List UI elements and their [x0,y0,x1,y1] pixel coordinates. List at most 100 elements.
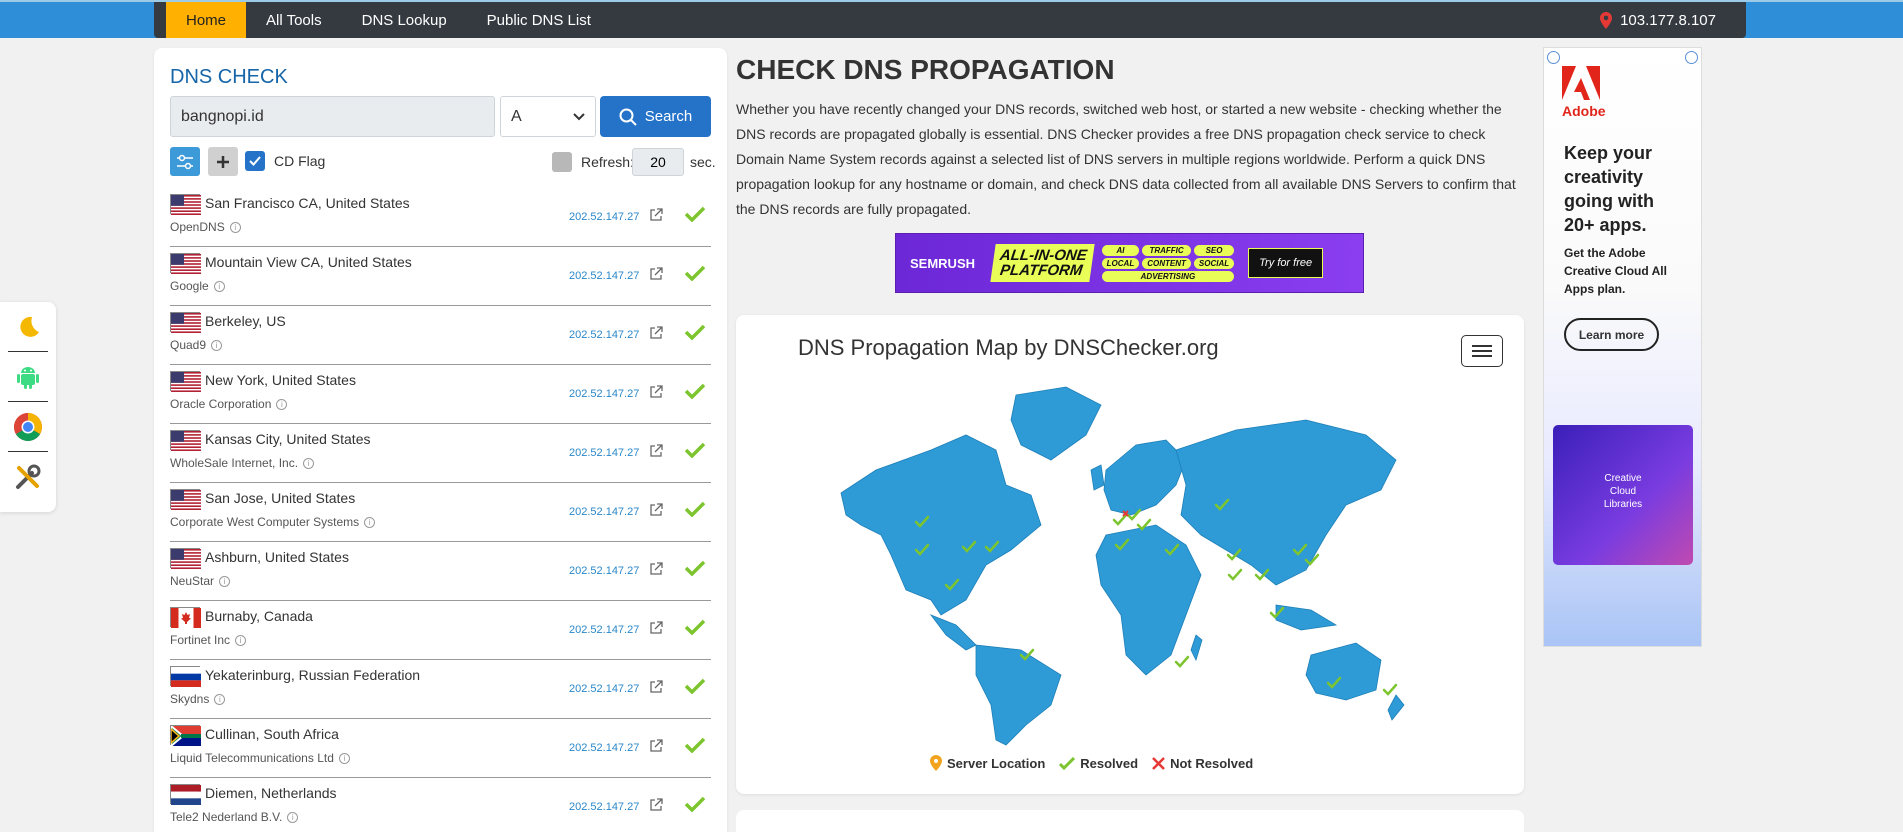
resolved-check-icon [685,265,705,281]
record-type-select[interactable]: A [500,96,596,137]
dark-mode-button[interactable] [8,302,48,352]
ip-display: 103.177.8.107 [1600,11,1716,29]
country-flag-icon [170,253,201,274]
info-icon[interactable]: i [211,339,223,351]
africa [1095,524,1202,676]
nav-public-dns-list[interactable]: Public DNS List [467,2,611,38]
semrush-tag: TRAFFIC [1142,244,1191,256]
external-link-icon[interactable] [649,385,663,399]
semrush-cta-button[interactable]: Try for free [1248,248,1324,278]
semrush-tag: LOCAL [1101,257,1140,269]
dns-check-panel: DNS CHECK A Search CD Flag Refresh: sec.… [154,48,727,832]
resolved-check-icon [685,678,705,694]
tools-button[interactable] [8,452,48,502]
info-icon[interactable]: i [303,457,315,469]
server-location: Yekaterinburg, Russian Federation [205,667,421,683]
chrome-icon [14,412,42,441]
results-card [736,810,1524,832]
external-link-icon[interactable] [649,267,663,281]
resolved-ip-link[interactable]: 202.52.147.27 [569,506,639,518]
server-location: Diemen, Netherlands [205,785,337,801]
external-link-icon[interactable] [649,621,663,635]
resolved-ip-link[interactable]: 202.52.147.27 [569,388,639,400]
external-link-icon[interactable] [649,680,663,694]
adobe-ad-banner[interactable]: Adobe Keep your creativity going with 20… [1543,47,1702,647]
resolved-check-icon [685,560,705,576]
cross-icon [1152,756,1165,770]
legend-label: Server Location [947,755,1046,771]
ad-choices-icon[interactable] [1547,51,1560,64]
external-link-icon[interactable] [649,798,663,812]
floating-sidebar [0,302,56,512]
nav-all-tools[interactable]: All Tools [246,2,342,38]
resolved-marker [1227,568,1243,581]
info-icon[interactable]: i [214,693,226,705]
resolved-ip-link[interactable]: 202.52.147.27 [569,270,639,282]
android-app-button[interactable] [8,352,48,402]
resolved-ip-link[interactable]: 202.52.147.27 [569,447,639,459]
resolved-ip-link[interactable]: 202.52.147.27 [569,683,639,695]
map-legend: Server Location Resolved Not Resolved [930,755,1253,771]
info-icon[interactable]: i [229,221,241,233]
cd-flag-label: CD Flag [274,153,326,169]
propagation-map-card: DNS Propagation Map by DNSChecker.org Se… [736,315,1524,794]
external-link-icon[interactable] [649,739,663,753]
map-title: DNS Propagation Map by DNSChecker.org [798,335,1219,360]
page-title: CHECK DNS PROPAGATION [736,54,1115,85]
results-list: San Francisco CA, United States OpenDNS … [170,188,711,832]
country-flag-icon [170,371,201,392]
record-type-value: A [511,107,522,125]
refresh-interval-input[interactable] [632,148,684,176]
resolved-ip-link[interactable]: 202.52.147.27 [569,801,639,813]
info-icon[interactable]: i [219,575,231,587]
external-link-icon[interactable] [649,208,663,222]
refresh-label: Refresh: [581,154,634,170]
external-link-icon[interactable] [649,326,663,340]
nav-home[interactable]: Home [166,2,247,38]
info-icon[interactable]: i [338,752,350,764]
semrush-ad-banner[interactable]: SEMRUSH ALL-IN-ONE PLATFORM AI TRAFFIC S… [895,233,1364,293]
country-flag-icon [170,723,201,749]
refresh-checkbox[interactable] [552,152,572,172]
server-provider: Skydns i [170,692,226,706]
info-icon[interactable]: i [364,516,376,528]
info-icon[interactable]: i [287,811,299,823]
map-pin-icon [930,755,942,771]
info-icon[interactable]: i [276,398,288,410]
provider-name: Fortinet Inc [170,633,231,647]
server-provider: Oracle Corporation i [170,397,288,411]
top-navigation: Home All Tools DNS Lookup Public DNS Lis… [154,2,1746,38]
resolved-ip-link[interactable]: 202.52.147.27 [569,624,639,636]
result-row: Mountain View CA, United States Google i… [170,247,711,306]
semrush-tag: ADVERTISING [1101,270,1235,282]
resolved-check-icon [685,501,705,517]
semrush-headline-line-2: PLATFORM [998,262,1084,279]
chrome-extension-button[interactable] [8,402,48,452]
cd-flag-checkbox[interactable] [245,151,265,171]
resolved-ip-link[interactable]: 202.52.147.27 [569,211,639,223]
resolved-check-icon [685,619,705,635]
info-icon[interactable]: i [213,280,225,292]
map-menu-button[interactable] [1461,335,1503,367]
external-link-icon[interactable] [649,562,663,576]
resolved-ip-link[interactable]: 202.52.147.27 [569,742,639,754]
resolved-ip-link[interactable]: 202.52.147.27 [569,329,639,341]
learn-more-button[interactable]: Learn more [1564,318,1659,351]
external-link-icon[interactable] [649,503,663,517]
info-icon[interactable]: i [235,634,247,646]
search-button[interactable]: Search [600,96,711,137]
australia [1305,642,1382,701]
semrush-tag: CONTENT [1142,257,1191,269]
ad-info-icon[interactable] [1685,51,1698,64]
server-location: Mountain View CA, United States [205,254,412,270]
domain-input[interactable] [170,96,495,137]
uk [1090,464,1105,491]
provider-name: Oracle Corporation [170,397,272,411]
options-button[interactable] [170,147,200,176]
nav-dns-lookup[interactable]: DNS Lookup [342,2,467,38]
add-server-button[interactable] [208,147,238,176]
external-link-icon[interactable] [649,444,663,458]
country-flag-icon [170,548,201,569]
server-provider: Tele2 Nederland B.V. i [170,810,299,824]
resolved-ip-link[interactable]: 202.52.147.27 [569,565,639,577]
